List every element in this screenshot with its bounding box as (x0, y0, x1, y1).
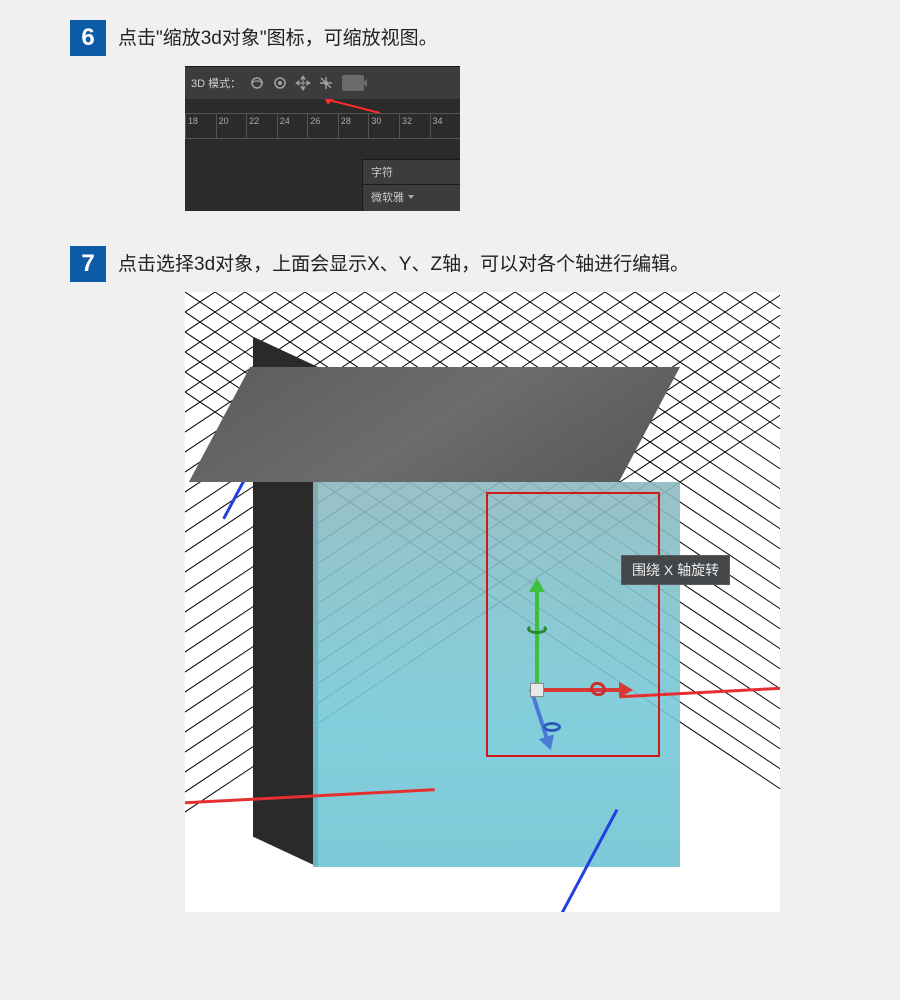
chevron-down-icon (408, 195, 414, 199)
toolbar-row: 3D 模式： (185, 67, 460, 99)
pan-3d-icon[interactable] (295, 75, 311, 91)
ruler-tick: 18 (188, 116, 198, 126)
step-7: 7 点击选择3d对象，上面会显示X、Y、Z轴，可以对各个轴进行编辑。 (0, 246, 900, 282)
slide-3d-icon[interactable] (318, 75, 334, 91)
ruler-tick: 30 (371, 116, 381, 126)
y-axis-handle[interactable] (535, 592, 539, 692)
x-axis-handle[interactable] (539, 688, 619, 692)
step-6: 6 点击"缩放3d对象"图标，可缩放视图。 (0, 20, 900, 56)
step-7-screenshot: 围绕 X 轴旋转 (0, 292, 900, 912)
cube-face-top (189, 367, 680, 482)
ruler-tick: 22 (249, 116, 259, 126)
character-panel: 字符 微软雅 (362, 159, 460, 211)
y-axis-rotate-handle[interactable] (527, 624, 547, 634)
ruler-tick: 28 (341, 116, 351, 126)
scale-3d-camera-icon[interactable] (341, 75, 365, 91)
ruler-tick: 34 (433, 116, 443, 126)
z-axis-rotate-handle[interactable] (543, 722, 561, 732)
ruler-tick: 32 (402, 116, 412, 126)
step-7-text: 点击选择3d对象，上面会显示X、Y、Z轴，可以对各个轴进行编辑。 (118, 246, 689, 281)
step-6-text: 点击"缩放3d对象"图标，可缩放视图。 (118, 20, 438, 55)
character-panel-tab[interactable]: 字符 (363, 160, 460, 185)
3d-viewport[interactable]: 围绕 X 轴旋转 (185, 292, 780, 912)
mode-label: 3D 模式： (191, 75, 241, 91)
step-number-badge: 6 (70, 20, 106, 56)
ruler-tick: 24 (280, 116, 290, 126)
font-dropdown[interactable]: 微软雅 (363, 185, 460, 209)
toolbar-icon-group (249, 75, 365, 91)
step-6-screenshot: 3D 模式： (0, 66, 900, 211)
step-number-badge: 7 (70, 246, 106, 282)
ruler: 18 20 22 24 26 28 30 32 34 (185, 113, 460, 139)
ruler-tick: 20 (219, 116, 229, 126)
ruler-tick: 26 (310, 116, 320, 126)
photoshop-3d-toolbar: 3D 模式： (185, 66, 460, 211)
gizmo-tooltip: 围绕 X 轴旋转 (621, 555, 730, 585)
3d-gizmo[interactable] (505, 572, 655, 752)
roll-3d-icon[interactable] (272, 75, 288, 91)
x-axis-rotate-handle[interactable] (588, 680, 608, 699)
gizmo-origin-icon[interactable] (530, 683, 544, 697)
font-name: 微软雅 (371, 189, 404, 205)
orbit-3d-icon[interactable] (249, 75, 265, 91)
